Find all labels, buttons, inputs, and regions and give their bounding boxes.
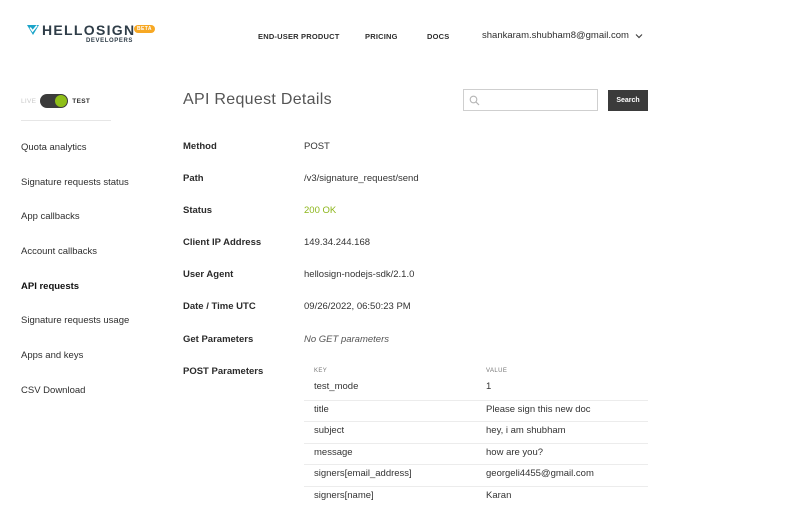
live-test-toggle[interactable]: [40, 94, 69, 108]
sidebar-item-api-requests[interactable]: API requests: [21, 281, 129, 316]
search-input[interactable]: [484, 92, 594, 108]
key-column-header: KEY: [314, 368, 328, 374]
hellosign-check-icon: [27, 25, 39, 35]
account-menu[interactable]: shankaram.shubham8@gmail.com: [482, 30, 643, 41]
table-row: title Please sign this new doc: [304, 399, 648, 422]
table-header: KEY VALUE: [304, 366, 648, 378]
page: HELLOSIGN BETA DEVELOPERS END-USER PRODU…: [0, 0, 806, 506]
detail-label: Status: [183, 205, 213, 216]
detail-label: User Agent: [183, 269, 234, 280]
nav-docs[interactable]: DOCS: [427, 32, 449, 41]
param-key: title: [314, 403, 329, 415]
sidebar-item-app-callbacks[interactable]: App callbacks: [21, 211, 129, 246]
detail-label: POST Parameters: [183, 366, 264, 377]
toggle-knob: [55, 95, 68, 107]
status-value: 200 OK: [304, 205, 337, 216]
search-icon: [469, 95, 480, 106]
sidebar-item-signature-requests-status[interactable]: Signature requests status: [21, 177, 129, 212]
param-value: hey, i am shubham: [486, 425, 566, 436]
sidebar-item-csv-download[interactable]: CSV Download: [21, 385, 129, 420]
table-row: test_mode 1: [304, 378, 648, 400]
table-row: subject hey, i am shubham: [304, 421, 648, 443]
sidebar-item-account-callbacks[interactable]: Account callbacks: [21, 246, 129, 281]
detail-label: Client IP Address: [183, 237, 262, 248]
account-email: shankaram.shubham8@gmail.com: [482, 30, 629, 41]
param-key: signers[name]: [314, 489, 374, 501]
param-value: georgeli4455@gmail.com: [486, 468, 594, 479]
detail-label: Path: [183, 173, 204, 184]
table-row: message how are you?: [304, 442, 648, 465]
environment-switch: LIVE TEST: [21, 93, 90, 109]
table-row: signers[name] Karan: [304, 485, 648, 506]
detail-value: POST: [304, 141, 330, 152]
detail-value: 149.34.244.168: [304, 237, 371, 248]
param-value: 1: [486, 381, 492, 392]
detail-label: Get Parameters: [183, 334, 254, 345]
param-key: test_mode: [314, 381, 359, 392]
post-parameters-table: KEY VALUE test_mode 1 title Please sign …: [304, 366, 648, 506]
sidebar-divider: [21, 120, 111, 121]
beta-badge: BETA: [134, 25, 155, 33]
detail-value: /v3/signature_request/send: [304, 173, 419, 184]
chevron-down-icon: [635, 33, 643, 38]
detail-value: hellosign-nodejs-sdk/2.1.0: [304, 269, 415, 280]
param-key: signers[email_address]: [314, 468, 412, 479]
search-button[interactable]: Search: [608, 90, 648, 111]
param-value: Please sign this new doc: [486, 403, 591, 415]
sidebar-item-signature-requests-usage[interactable]: Signature requests usage: [21, 315, 129, 350]
nav-end-user-product[interactable]: END-USER PRODUCT: [258, 32, 340, 41]
brand-subtitle: DEVELOPERS: [86, 38, 134, 44]
table-row: signers[email_address] georgeli4455@gmai…: [304, 464, 648, 486]
sidebar-item-quota-analytics[interactable]: Quota analytics: [21, 142, 129, 177]
detail-value: 09/26/2022, 06:50:23 PM: [304, 301, 411, 312]
detail-label: Date / Time UTC: [183, 301, 256, 312]
live-label[interactable]: LIVE: [21, 98, 36, 105]
hellosign-logo[interactable]: HELLOSIGN BETA DEVELOPERS: [26, 22, 156, 47]
value-column-header: VALUE: [486, 368, 508, 374]
param-value: how are you?: [486, 446, 544, 458]
param-key: subject: [314, 425, 345, 436]
brand-name: HELLOSIGN: [42, 22, 136, 38]
sidebar-item-apps-and-keys[interactable]: Apps and keys: [21, 350, 129, 385]
sidebar-nav: Quota analytics Signature requests statu…: [21, 142, 129, 420]
detail-value: No GET parameters: [304, 334, 389, 345]
nav-pricing[interactable]: PRICING: [365, 32, 398, 41]
param-key: message: [314, 446, 353, 458]
detail-label: Method: [183, 141, 217, 152]
page-title: API Request Details: [183, 91, 332, 108]
test-label[interactable]: TEST: [72, 98, 90, 105]
param-value: Karan: [486, 489, 512, 501]
search-field[interactable]: [463, 89, 598, 111]
